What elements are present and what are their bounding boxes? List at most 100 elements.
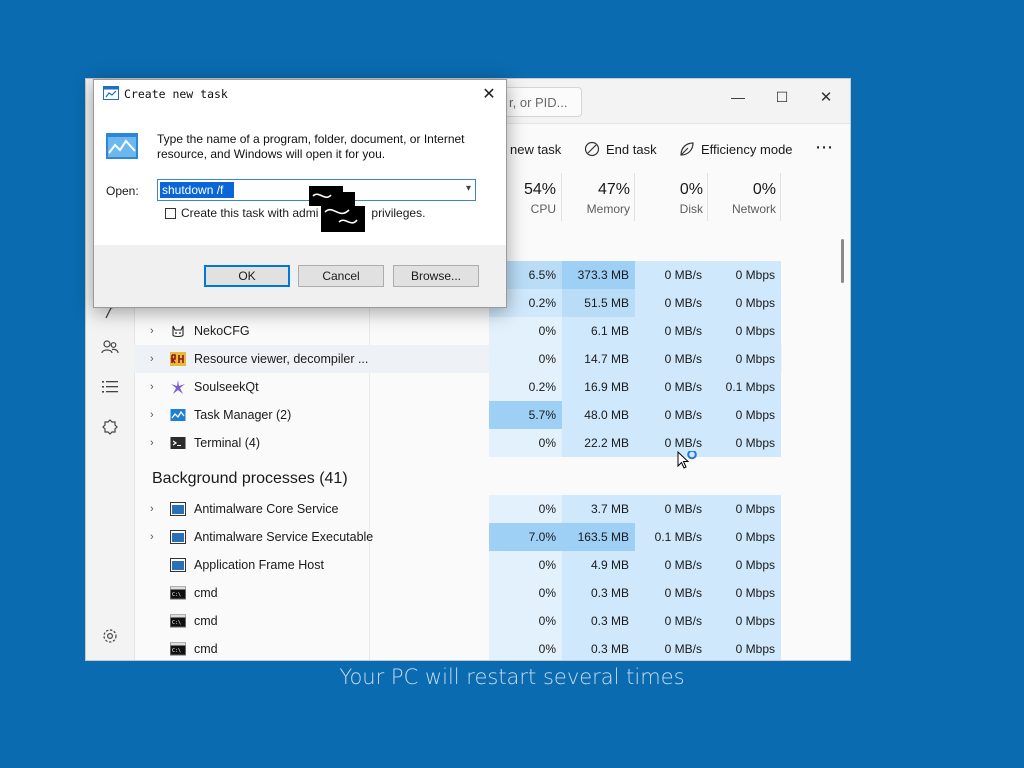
expand-chevron-icon[interactable]: › [150,345,154,373]
end-task-label: End task [606,141,657,157]
network-cell: 0.1 Mbps [708,373,781,401]
disk-column-header[interactable]: 0% Disk [637,181,703,216]
process-name: cmd [194,642,218,656]
nekocfg-icon [170,323,186,339]
run-new-task-button[interactable]: new task [510,139,561,159]
memory-cell: 16.9 MB [562,373,635,401]
network-percent: 0% [752,181,776,198]
memory-column-header[interactable]: 47% Memory [564,181,630,216]
dialog-titlebar: Create new task ✕ [94,80,506,108]
dialog-body: Type the name of a program, folder, docu… [94,108,506,245]
disk-percent: 0% [679,181,703,198]
chevron-down-icon[interactable]: ▾ [466,183,471,194]
disk-cell: 0 MB/s [635,635,708,660]
table-row[interactable]: › Antimalware Service Executable 7.0% 16… [134,523,782,551]
cpu-cell: 0% [489,495,562,523]
checkbox-box[interactable] [165,207,176,219]
create-new-task-dialog: Create new task ✕ Type the name of a pro… [93,79,507,308]
maximize-button[interactable]: ☐ [762,83,802,111]
table-row[interactable]: › Task Manager (2) 5.7% 48.0 MB 0 MB/s 0… [134,401,782,429]
process-name: Task Manager (2) [194,408,292,422]
process-name: Terminal (4) [194,436,260,450]
memory-cell: 0.3 MB [562,607,635,635]
disk-cell: 0 MB/s [635,261,708,289]
minimize-button[interactable]: — [718,83,758,111]
disk-cell: 0 MB/s [635,373,708,401]
open-input[interactable] [160,182,234,198]
process-name: cmd [194,614,218,628]
disk-cell: 0 MB/s [635,345,708,373]
ok-button[interactable]: OK [204,265,290,287]
users-icon[interactable] [98,335,122,359]
efficiency-mode-button[interactable]: Efficiency mode [679,139,793,159]
services-icon[interactable] [98,415,122,439]
leaf-icon [679,141,695,157]
details-icon[interactable] [98,375,122,399]
table-row[interactable]: › SoulseekQt 0.2% 16.9 MB 0 MB/s 0.1 Mbp… [134,373,782,401]
desktop-background: { "task_manager": { "search_placeholder"… [0,0,1024,768]
cpu-cell: 0% [489,607,562,635]
disk-cell: 0 MB/s [635,289,708,317]
expand-chevron-icon[interactable]: › [150,429,154,457]
network-cell: 0 Mbps [708,551,781,579]
run-icon [103,86,119,103]
more-options-button[interactable]: ⋯ [815,137,833,157]
end-task-button[interactable]: End task [584,139,657,159]
network-cell: 0 Mbps [708,261,781,289]
restart-caption: Your PC will restart several times [339,665,685,689]
cpu-cell: 0% [489,551,562,579]
network-label: Network [731,202,776,216]
cpu-cell: 0% [489,635,562,660]
network-cell: 0 Mbps [708,579,781,607]
network-column-header[interactable]: 0% Network [710,181,776,216]
close-button[interactable]: ✕ [806,83,846,111]
efficiency-mode-label: Efficiency mode [701,141,793,157]
expand-chevron-icon[interactable]: › [150,495,154,523]
run-new-task-label: new task [510,141,562,157]
browse-button[interactable]: Browse... [393,265,479,287]
cpu-cell: 0.2% [489,373,562,401]
scrollbar-thumb[interactable] [841,239,844,283]
network-cell: 0 Mbps [708,495,781,523]
memory-cell: 51.5 MB [562,289,635,317]
table-row[interactable]: Application Frame Host 0% 4.9 MB 0 MB/s … [134,551,782,579]
expand-chevron-icon[interactable]: › [150,317,154,345]
table-row[interactable]: C:\ cmd 0% 0.3 MB 0 MB/s 0 Mbps [134,579,782,607]
table-row[interactable]: C:\ cmd 0% 0.3 MB 0 MB/s 0 Mbps [134,635,782,660]
admin-privileges-checkbox[interactable]: Create this task with admi privileges. [165,206,425,220]
process-name: Antimalware Core Service [194,502,339,516]
network-cell: 0 Mbps [708,635,781,660]
memory-cell: 0.3 MB [562,635,635,660]
expand-chevron-icon[interactable]: › [150,401,154,429]
checkbox-label-tail: privileges. [371,206,426,220]
process-name: Resource viewer, decompiler ... [194,352,369,366]
column-separator [634,173,635,221]
network-cell: 0 Mbps [708,523,781,551]
table-row[interactable]: › NekoCFG 0% 6.1 MB 0 MB/s 0 Mbps [134,317,782,345]
run-program-icon [106,133,138,162]
disk-cell: 0 MB/s [635,607,708,635]
memory-cell: 14.7 MB [562,345,635,373]
column-separator [780,173,781,221]
process-name: Application Frame Host [194,558,324,572]
network-cell: 0 Mbps [708,401,781,429]
network-cell: 0 Mbps [708,429,781,457]
cmd-icon: C:\ [170,585,186,601]
cancel-button[interactable]: Cancel [298,265,384,287]
expand-chevron-icon[interactable]: › [150,373,154,401]
table-row[interactable]: › Antimalware Core Service 0% 3.7 MB 0 M… [134,495,782,523]
resource-hacker-icon [170,351,186,367]
cpu-cell: 0% [489,317,562,345]
open-label: Open: [106,184,139,198]
disk-cell: 0 MB/s [635,401,708,429]
checkbox-label: Create this task with admi [181,206,319,220]
cpu-cell: 7.0% [489,523,562,551]
memory-cell: 6.1 MB [562,317,635,345]
svg-text:C:\: C:\ [172,592,181,598]
table-row[interactable]: › Resource viewer, decompiler ... 0% 14.… [134,345,782,373]
dialog-close-button[interactable]: ✕ [478,83,500,105]
expand-chevron-icon[interactable]: › [150,523,154,551]
disk-label: Disk [679,202,703,216]
table-row[interactable]: C:\ cmd 0% 0.3 MB 0 MB/s 0 Mbps [134,607,782,635]
settings-gear-icon[interactable] [98,624,122,648]
